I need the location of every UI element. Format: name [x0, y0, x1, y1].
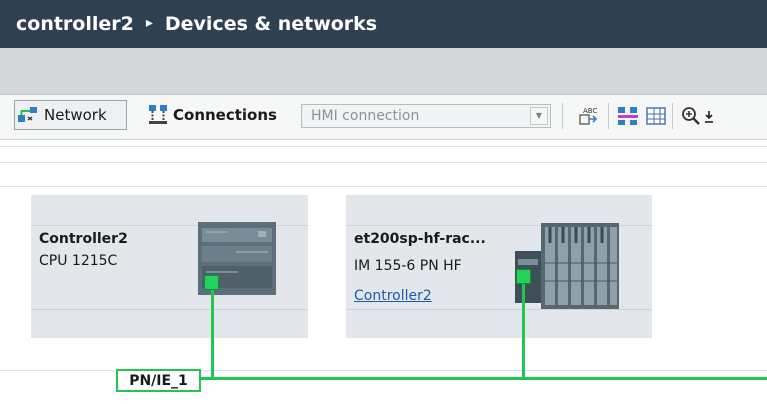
profinet-port[interactable] [204, 275, 219, 290]
zoom-menu-arrow-icon[interactable] [703, 109, 715, 128]
network-view-button[interactable]: Network [14, 100, 127, 130]
device-type: IM 155-6 PN HF [354, 258, 462, 274]
table-icon[interactable] [645, 105, 667, 131]
assigned-controller-link[interactable]: Controller2 [354, 288, 432, 304]
connection-type-value: HMI connection [311, 108, 420, 124]
network-toolbar: Network Connections HMI connection ▼ ABC [0, 95, 767, 140]
breadcrumb-section: Devices & networks [164, 13, 378, 35]
breadcrumb-project[interactable]: controller2 [16, 13, 134, 35]
device-et200sp[interactable]: et200sp-hf-rac... IM 155-6 PN HF Control… [346, 195, 652, 338]
connections-icon [148, 104, 168, 126]
connection-type-select[interactable]: HMI connection ▼ [301, 104, 551, 128]
device-controller2[interactable]: Controller2 CPU 1215C [31, 195, 308, 338]
subnet-label[interactable]: PN/IE_1 [116, 369, 201, 392]
svg-text:ABC: ABC [583, 107, 597, 115]
profinet-port[interactable] [516, 269, 531, 284]
view-tab-bar [0, 48, 767, 95]
rename-icon[interactable]: ABC [578, 105, 600, 131]
io-rack-module-icon [515, 223, 619, 309]
toolbar-separator [562, 103, 563, 129]
toolbar-separator [672, 103, 673, 129]
device-name: et200sp-hf-rac... [354, 231, 486, 247]
network-view-icon [17, 105, 39, 125]
breadcrumb-separator-icon: ▸ [145, 15, 153, 31]
dropdown-arrow-icon[interactable]: ▼ [530, 107, 548, 125]
toolbar-separator [608, 103, 609, 129]
connections-button[interactable]: Connections [146, 100, 292, 130]
profinet-wire-device2 [522, 284, 525, 379]
device-type: CPU 1215C [39, 253, 118, 269]
connections-label: Connections [173, 106, 277, 124]
editor-title-bar: controller2 ▸ Devices & networks [0, 0, 767, 48]
network-view-label: Network [44, 106, 107, 124]
profinet-wire-device1 [211, 290, 214, 379]
device-name: Controller2 [39, 231, 128, 247]
show-address-icon[interactable] [616, 105, 640, 131]
profinet-subnet-line[interactable] [201, 377, 767, 380]
zoom-in-icon[interactable] [680, 105, 702, 131]
